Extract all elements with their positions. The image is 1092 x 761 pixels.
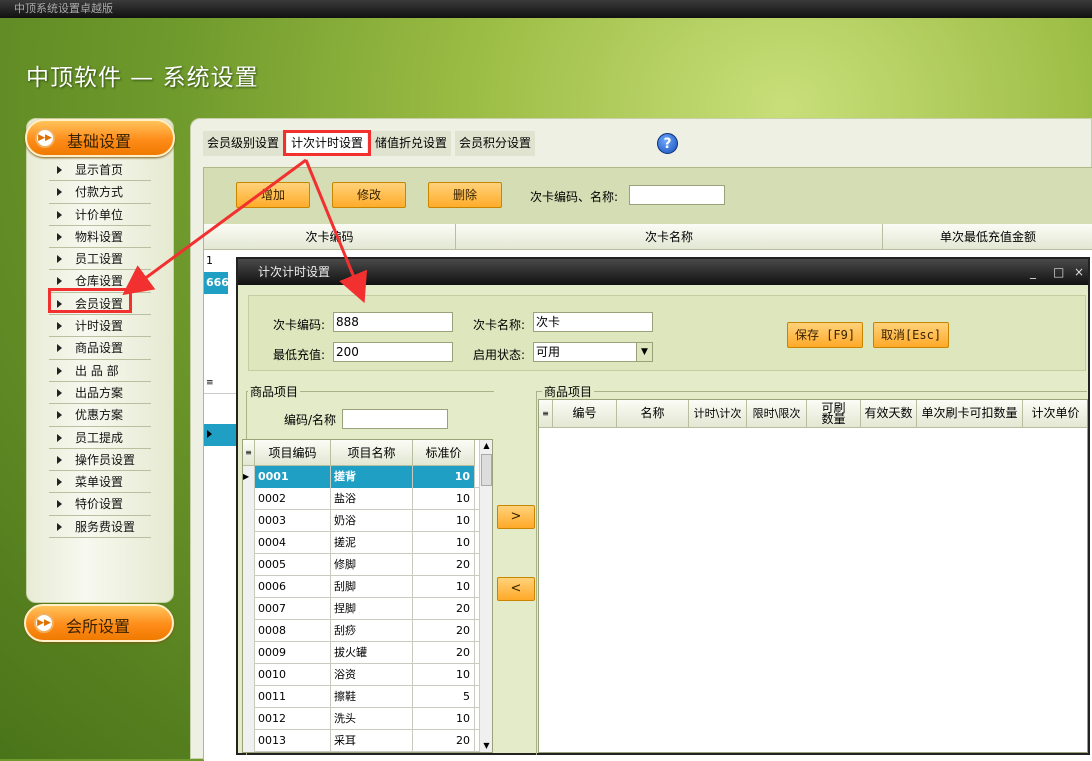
arrow-to-dialog: [304, 159, 368, 304]
annotation-arrows: [122, 158, 368, 304]
arrow-to-sidebar: [122, 158, 307, 296]
